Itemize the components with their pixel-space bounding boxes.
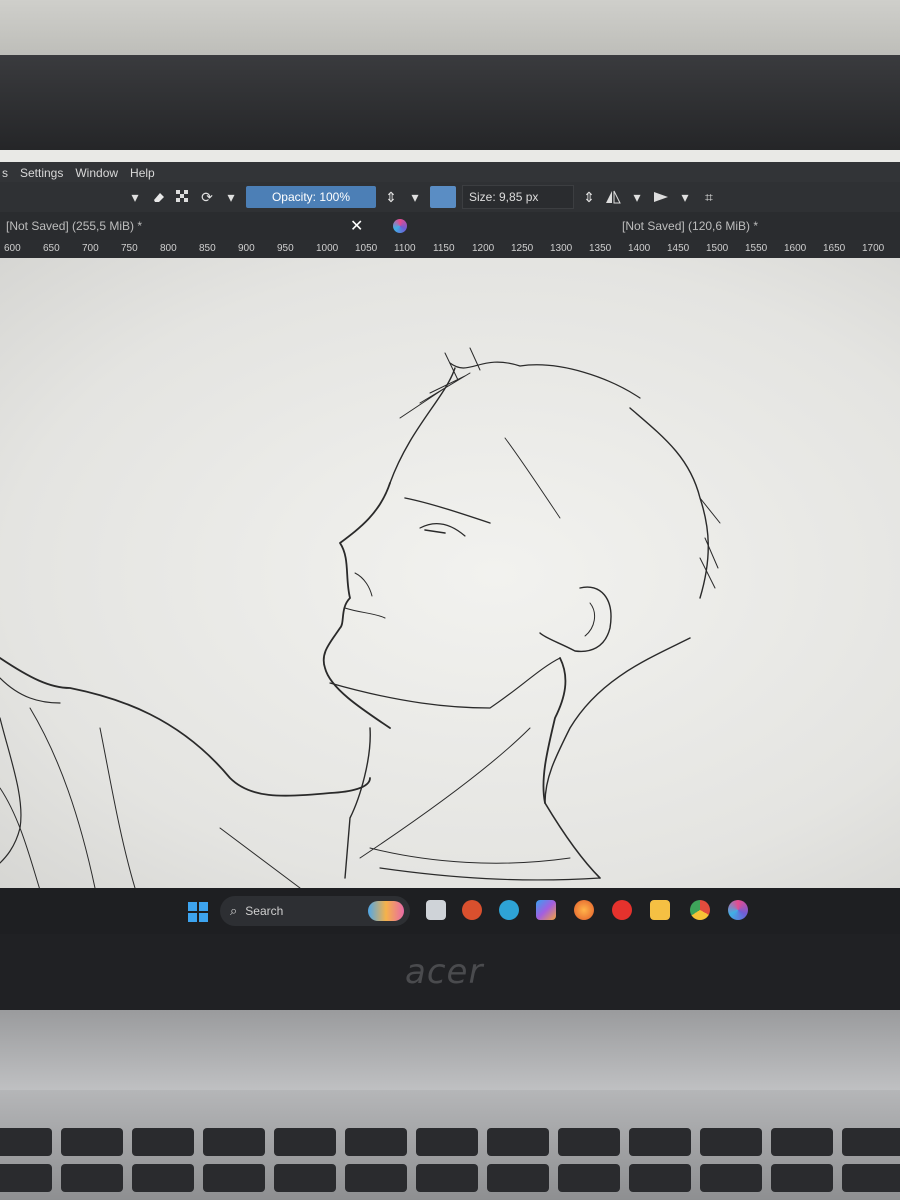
keyboard-key: [558, 1128, 620, 1156]
keyboard-key: [629, 1128, 691, 1156]
ruler-tick-label: 750: [121, 243, 138, 254]
search-label: Search: [245, 904, 284, 918]
ruler-tick-label: 1600: [784, 243, 807, 254]
opera-icon[interactable]: [612, 900, 632, 920]
keyboard-key: [771, 1164, 833, 1192]
ruler-tick-label: 1100: [394, 243, 416, 254]
tab-left-document[interactable]: [Not Saved] (255,5 MiB) *: [6, 219, 142, 233]
keyboard-key: [416, 1128, 478, 1156]
horizontal-ruler[interactable]: 600 650 700 750 800 850 900 950 1000 1050 1100 1150…: [0, 240, 900, 258]
keyboard-key: [629, 1164, 691, 1192]
keyboard-key: [700, 1164, 762, 1192]
ruler-tick-label: 1350: [589, 243, 612, 254]
eraser-icon[interactable]: [150, 188, 168, 206]
ruler-tick-label: 1300: [550, 243, 573, 254]
file-icon[interactable]: [426, 900, 446, 920]
keyboard-key: [132, 1128, 194, 1156]
close-icon[interactable]: ✕: [350, 216, 363, 236]
ruler-tick-label: 1700: [862, 243, 885, 254]
mirror-horizontal-icon[interactable]: [604, 188, 622, 206]
ruler-tick-label: 650: [43, 243, 60, 254]
crop-icon[interactable]: ⌗: [700, 188, 718, 206]
ruler-tick-label: 1200: [472, 243, 495, 254]
copilot-icon[interactable]: [536, 900, 556, 920]
ruler-tick-label: 1500: [706, 243, 729, 254]
stepper-icon[interactable]: ⇕: [580, 188, 598, 206]
sketch-drawing: [0, 347, 721, 890]
dropdown-arrow-icon[interactable]: ▾: [406, 188, 424, 206]
krita-icon[interactable]: [728, 900, 748, 920]
laptop-brand-logo: acer: [405, 952, 484, 992]
ruler-tick-label: 1650: [823, 243, 846, 254]
checker-pattern-icon[interactable]: [174, 188, 192, 206]
laptop-screen: s Settings Window Help ▾ ⟳ ▾ Opacity: 10…: [0, 150, 900, 890]
keyboard-key: [345, 1128, 407, 1156]
keyboard-key: [61, 1128, 123, 1156]
ruler-tick-label: 850: [199, 243, 216, 254]
stepper-icon[interactable]: ⇕: [382, 188, 400, 206]
menu-bar: s Settings Window Help: [0, 162, 900, 184]
search-highlight-image: [368, 901, 404, 921]
keyboard-key: [558, 1164, 620, 1192]
edge-icon[interactable]: [499, 900, 519, 920]
folder-icon[interactable]: [650, 900, 670, 920]
dropdown-arrow-icon[interactable]: ▾: [126, 188, 144, 206]
dropdown-arrow-icon[interactable]: ▾: [676, 188, 694, 206]
keyboard-key: [203, 1128, 265, 1156]
keyboard-key: [0, 1128, 52, 1156]
drawing-canvas[interactable]: [0, 258, 900, 890]
keyboard-key: [487, 1128, 549, 1156]
laptop-hinge: [0, 1010, 900, 1090]
keyboard-key: [842, 1164, 900, 1192]
keyboard-key: [274, 1164, 336, 1192]
ruler-tick-label: 700: [82, 243, 99, 254]
menu-item-help[interactable]: Help: [128, 166, 157, 180]
keyboard-key: [0, 1164, 52, 1192]
keyboard-key: [345, 1164, 407, 1192]
keyboard-key: [487, 1164, 549, 1192]
ruler-tick-label: 1050: [355, 243, 378, 254]
brave-icon[interactable]: [462, 900, 482, 920]
reload-icon[interactable]: ⟳: [198, 188, 216, 206]
keyboard-key: [61, 1164, 123, 1192]
krita-logo-icon: [393, 219, 407, 233]
brush-size-slider[interactable]: Size: 9,85 px: [462, 185, 574, 209]
ruler-tick-label: 1150: [433, 243, 455, 254]
ruler-tick-label: 800: [160, 243, 177, 254]
ruler-tick-label: 600: [4, 243, 21, 254]
ruler-tick-label: 950: [277, 243, 294, 254]
keyboard-key: [416, 1164, 478, 1192]
dropdown-arrow-icon[interactable]: ▾: [628, 188, 646, 206]
document-tabs: [Not Saved] (255,5 MiB) * ✕ [Not Saved] …: [0, 212, 900, 240]
taskbar-search[interactable]: ⌕ Search: [220, 896, 410, 926]
keyboard-key: [132, 1164, 194, 1192]
ruler-tick-label: 1400: [628, 243, 651, 254]
firefox-icon[interactable]: [574, 900, 594, 920]
keyboard-key: [203, 1164, 265, 1192]
mirror-vertical-icon[interactable]: [652, 188, 670, 206]
brush-toolbar: ▾ ⟳ ▾ Opacity: 100% ⇕ ▾ Size: 9,85 px ⇕ …: [0, 182, 900, 212]
windows-start-icon[interactable]: [188, 902, 208, 922]
ruler-tick-label: 1000: [316, 243, 339, 254]
ruler-tick-label: 1550: [745, 243, 768, 254]
ruler-tick-label: 1450: [667, 243, 690, 254]
taskbar: ⌕ Search: [0, 888, 900, 934]
keyboard-key: [842, 1128, 900, 1156]
menu-item-settings[interactable]: Settings: [18, 166, 65, 180]
ruler-tick-label: 900: [238, 243, 255, 254]
keyboard-key: [700, 1128, 762, 1156]
tab-right-document[interactable]: [Not Saved] (120,6 MiB) *: [622, 219, 758, 233]
menu-item-window[interactable]: Window: [73, 166, 120, 180]
keyboard-key: [771, 1128, 833, 1156]
opacity-slider[interactable]: Opacity: 100%: [246, 186, 376, 208]
search-icon: ⌕: [230, 903, 238, 918]
ruler-tick-label: 1250: [511, 243, 534, 254]
menu-item-partial[interactable]: s: [0, 166, 10, 180]
dropdown-arrow-icon[interactable]: ▾: [222, 188, 240, 206]
color-swatch[interactable]: [430, 186, 456, 208]
keyboard-key: [274, 1128, 336, 1156]
chrome-icon[interactable]: [690, 900, 710, 920]
